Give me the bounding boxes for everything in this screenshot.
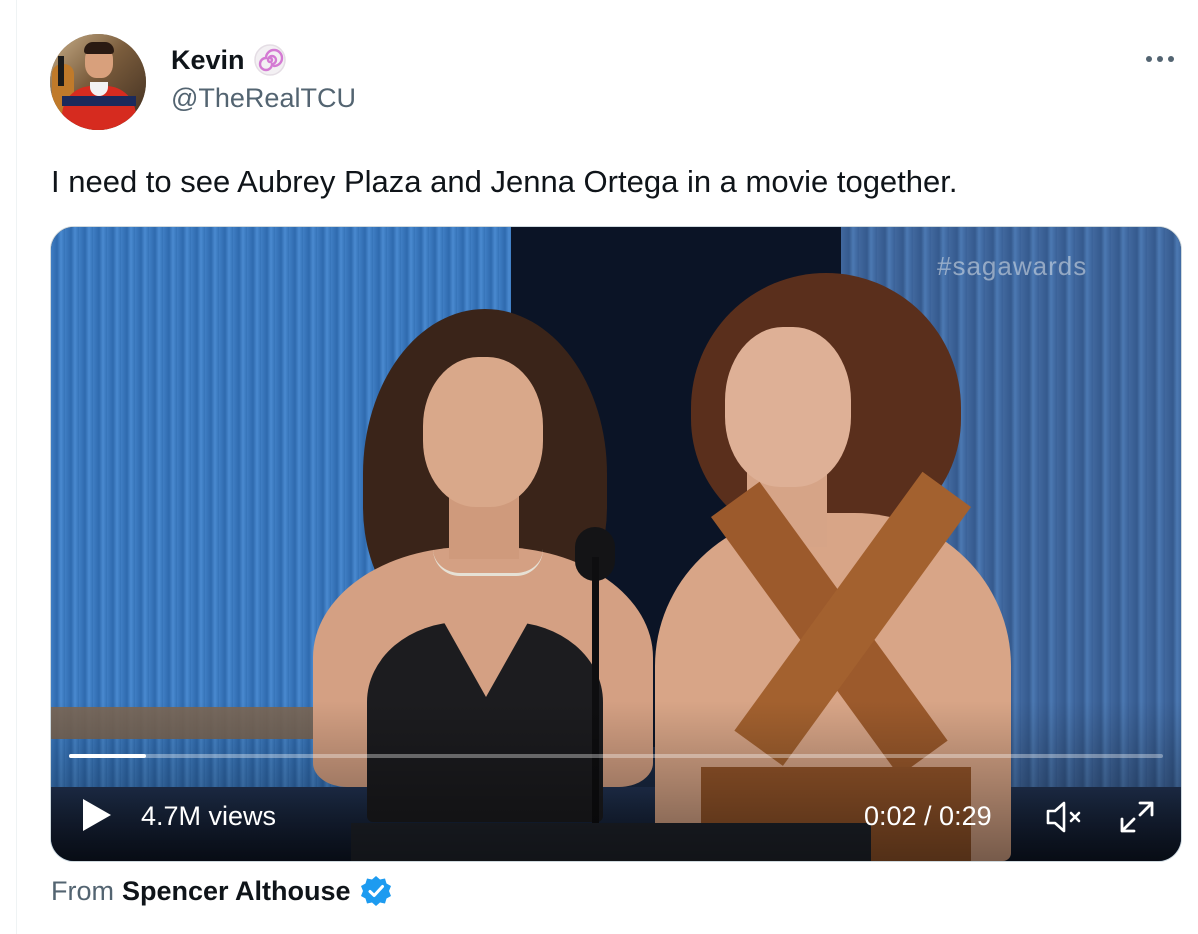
video-progress-bar[interactable] [69,754,1163,758]
video-frame: #sagawards [51,227,1181,861]
video-source: From Spencer Althouse [51,872,393,910]
controls-shade [51,701,1181,861]
more-options-icon[interactable] [1142,44,1178,74]
source-prefix: From [51,875,114,906]
verified-badge-icon [360,876,391,906]
tweet-text: I need to see Aubrey Plaza and Jenna Ort… [51,164,958,199]
play-icon[interactable] [81,797,113,833]
spiral-badge-icon [253,44,286,76]
author-handle[interactable]: @TheRealTCU [171,83,356,114]
view-count: 4.7M views [141,801,277,831]
presenter-left-face [423,357,543,507]
video-watermark: #sagawards [937,251,1088,281]
avatar-hair [84,42,114,54]
author-name-row: Kevin [171,42,287,78]
avatar-jacket-stripe [62,96,136,106]
fullscreen-icon[interactable] [1118,799,1156,835]
video-player[interactable]: #sagawards 4.7M views 0:02 / 0:29 [50,226,1182,862]
source-account-link[interactable]: Spencer Althouse [122,876,351,907]
presenter-right-face [725,327,851,487]
playback-time: 0:02 / 0:29 [864,801,992,831]
presenter-left-necklace [433,549,543,576]
tweet: Kevin @TheRealTCU I need to see Aubrey P… [0,0,1198,934]
avatar[interactable] [50,34,146,130]
avatar-background-stem [58,56,64,86]
author-display-name[interactable]: Kevin [171,45,245,76]
video-progress-fill [69,754,146,758]
muted-speaker-icon[interactable] [1044,799,1084,835]
